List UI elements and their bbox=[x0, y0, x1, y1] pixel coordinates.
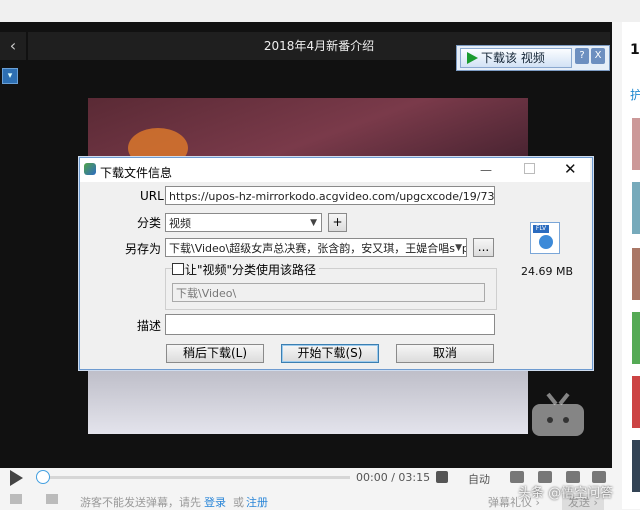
description-input[interactable] bbox=[165, 314, 495, 335]
download-video-button[interactable]: 下载该 视频 bbox=[460, 48, 572, 68]
progress-bar[interactable] bbox=[36, 476, 350, 479]
or-text: 或 bbox=[233, 496, 244, 509]
url-field[interactable]: https://upos-hz-mirrorkodo.acgvideo.com/… bbox=[165, 186, 495, 205]
download-later-button[interactable]: 稍后下载(L) bbox=[166, 344, 264, 363]
download-video-label: 下载该 视频 bbox=[481, 51, 545, 65]
progress-handle[interactable] bbox=[36, 470, 50, 484]
play-icon[interactable] bbox=[10, 470, 23, 486]
danmaku-settings-icon[interactable] bbox=[46, 494, 58, 504]
add-category-button[interactable]: + bbox=[328, 213, 347, 232]
sidebar-thumbnail[interactable] bbox=[632, 440, 640, 492]
sidebar-thumbnail[interactable] bbox=[632, 376, 640, 428]
category-path-field: 下载\Video\ bbox=[172, 283, 485, 302]
description-label: 描述 bbox=[137, 319, 162, 333]
page-top-strip bbox=[0, 0, 640, 22]
category-label: 分类 bbox=[137, 216, 162, 230]
danmaku-switch-icon[interactable] bbox=[10, 494, 22, 504]
chevron-down-icon: ▼ bbox=[310, 218, 317, 228]
sidebar-thumbnail[interactable] bbox=[632, 312, 640, 364]
flv-file-icon: FLV bbox=[530, 222, 560, 254]
cancel-button[interactable]: 取消 bbox=[396, 344, 494, 363]
quality-auto-button[interactable]: 自动 bbox=[468, 471, 490, 487]
file-size: 24.69 MB bbox=[521, 265, 574, 278]
sidebar-thumbnail[interactable] bbox=[632, 248, 640, 300]
download-bar-close-button[interactable]: X bbox=[591, 48, 605, 64]
chevron-down-icon: ▼ bbox=[455, 239, 462, 256]
login-link[interactable]: 登录 bbox=[204, 494, 226, 510]
tv-watermark-icon bbox=[532, 392, 584, 436]
back-button[interactable]: ‹ bbox=[0, 32, 26, 60]
sidebar-thumbnail[interactable] bbox=[632, 118, 640, 170]
minimize-button[interactable]: — bbox=[480, 163, 492, 177]
sidebar-heading: 1 bbox=[630, 42, 640, 58]
sidebar-tab[interactable]: 护 bbox=[630, 86, 640, 103]
save-as-select[interactable]: 下载\Video\超级女声总决赛，张含韵，安又琪，王媞合唱sup ▼ bbox=[165, 238, 467, 257]
browse-button[interactable]: ... bbox=[473, 238, 494, 257]
file-type-tag: FLV bbox=[533, 225, 549, 233]
dialog-close-button[interactable]: ✕ bbox=[564, 160, 577, 178]
download-play-icon bbox=[467, 52, 478, 64]
maximize-button[interactable] bbox=[524, 163, 535, 174]
url-label: URL bbox=[140, 189, 164, 203]
sidebar-thumbnail[interactable] bbox=[632, 182, 640, 234]
download-help-button[interactable]: ? bbox=[575, 48, 589, 64]
start-download-button[interactable]: 开始下载(S) bbox=[281, 344, 379, 363]
volume-icon[interactable] bbox=[436, 471, 448, 483]
use-path-checkbox[interactable] bbox=[172, 263, 184, 275]
save-as-value: 下载\Video\超级女声总决赛，张含韵，安又琪，王媞合唱sup bbox=[169, 242, 467, 255]
downloader-app-icon bbox=[84, 163, 96, 175]
category-value: 视频 bbox=[169, 217, 191, 230]
register-link[interactable]: 注册 bbox=[246, 494, 268, 510]
film-reel-icon bbox=[539, 235, 553, 249]
watermark-text: 头条 @悟空问答 bbox=[518, 486, 614, 501]
time-display: 00:00 / 03:15 bbox=[356, 471, 431, 484]
danmaku-icon[interactable]: ▾ bbox=[2, 68, 18, 84]
use-path-checkbox-label[interactable]: 让"视频"分类使用该路径 bbox=[185, 261, 320, 278]
guest-notice: 游客不能发送弹幕，请先 bbox=[80, 496, 201, 509]
dialog-title: 下载文件信息 bbox=[100, 166, 173, 180]
category-select[interactable]: 视频 ▼ bbox=[165, 213, 322, 232]
save-as-label: 另存为 bbox=[125, 242, 162, 256]
